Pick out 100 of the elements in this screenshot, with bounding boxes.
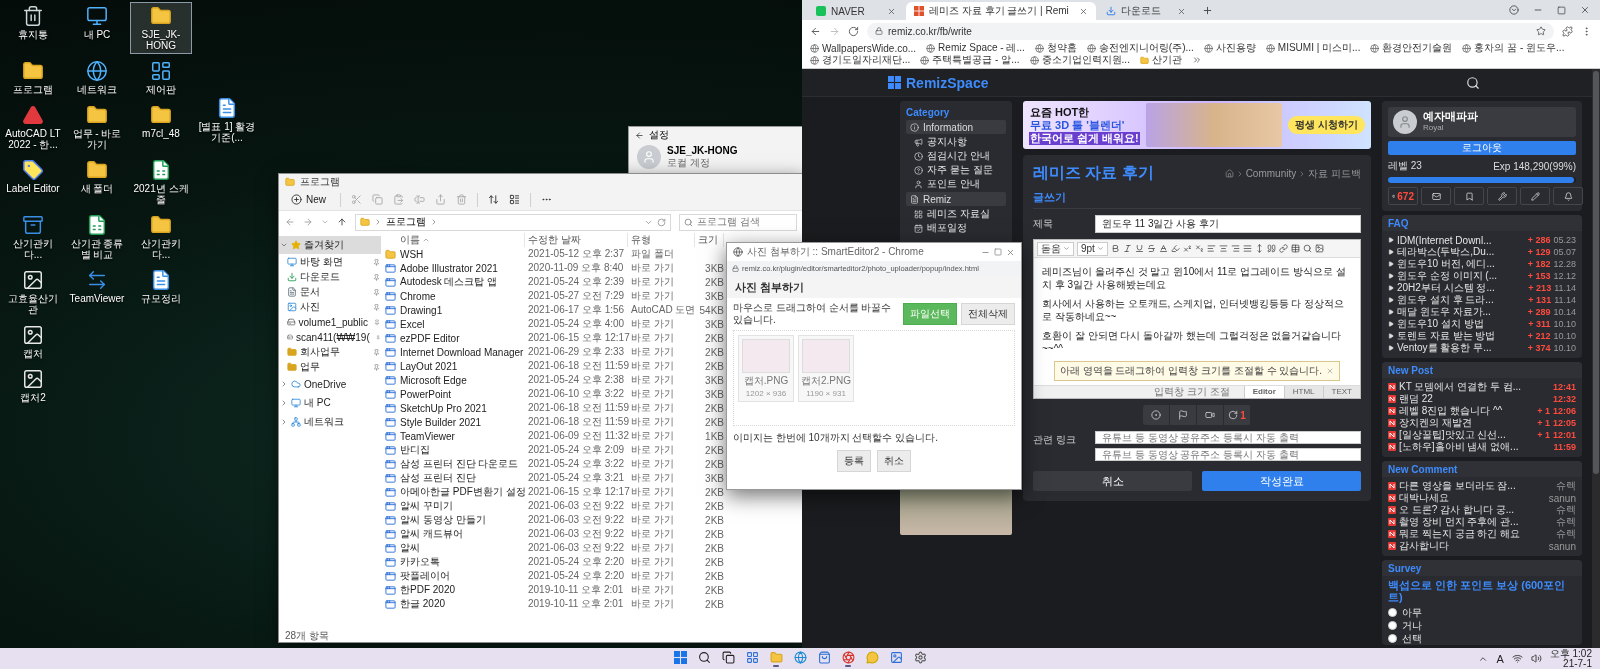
column-header[interactable]: 이름	[400, 233, 525, 247]
column-header[interactable]: 크기	[698, 233, 724, 247]
faq-link[interactable]: IDM(Internet Downl...	[1397, 234, 1525, 246]
faq-link[interactable]: 윈도우10 버전, 에디...	[1397, 257, 1525, 271]
dialog-button[interactable]: 등록	[837, 450, 871, 472]
bookmark[interactable]: MISUMI | 미스미...	[1265, 42, 1361, 54]
size-select[interactable]: 9pt	[1077, 241, 1108, 256]
faq-link[interactable]: 테라박스(두박스,Du...	[1397, 245, 1525, 259]
desktop-shortcut[interactable]: 새 폴더	[66, 156, 128, 208]
cancel-button[interactable]: 취소	[1033, 471, 1192, 491]
site-logo[interactable]: RemizSpace	[906, 74, 989, 91]
post-link[interactable]: KT 모뎀에서 연결한 두 컴...	[1399, 380, 1550, 394]
file-name[interactable]: PowerPoint	[400, 388, 525, 400]
nav-item[interactable]: 사진	[279, 300, 381, 314]
bookmark[interactable]: 주택특별공급 - 알...	[920, 54, 1020, 66]
sidebar-link[interactable]: 배포일정	[906, 222, 1006, 234]
bookmark[interactable]: 청약홈	[1034, 42, 1077, 54]
file-name[interactable]: 알씨 캐드뷰어	[400, 527, 525, 541]
file-name[interactable]: Drawing1	[400, 304, 525, 316]
desktop-shortcut[interactable]: 고효율산기관	[2, 266, 64, 318]
desktop-shortcut[interactable]: [별표 1] 활경기준(...	[196, 94, 258, 146]
font-select[interactable]: 돋움	[1037, 241, 1074, 256]
submit-button[interactable]: 작성완료	[1202, 471, 1361, 491]
post-link[interactable]: 랜덤 22	[1399, 392, 1550, 406]
bookmark[interactable]: WallpapersWide.co...	[810, 42, 917, 54]
editor-mode-tab[interactable]: HTML	[1283, 386, 1323, 398]
file-name[interactable]: Microsoft Edge	[400, 374, 525, 386]
file-name[interactable]: 반디집	[400, 443, 525, 457]
desktop-shortcut[interactable]: AutoCAD LT 2022 - 한...	[2, 101, 64, 153]
sidebar-link[interactable]: 자주 묻는 질문	[906, 164, 1006, 176]
file-name[interactable]: 알씨	[400, 541, 525, 555]
sidebar-link[interactable]: 포인트 안내	[906, 178, 1006, 190]
bookmark[interactable]: 경기도일자리재단...	[810, 54, 911, 66]
search-field[interactable]: 프로그램 검색	[679, 213, 797, 231]
faq-link[interactable]: 윈도우 순정 이미지 (...	[1397, 269, 1525, 283]
post-link[interactable]: [노하우]홀아비 냄새 없애...	[1399, 440, 1551, 454]
desktop-shortcut[interactable]: 캡처	[2, 321, 64, 362]
desktop-shortcut[interactable]: 산기관키다...	[2, 211, 64, 263]
comment-link[interactable]: 감사합니다	[1399, 539, 1546, 553]
file-name[interactable]: 카카오톡	[400, 555, 525, 569]
bookmark[interactable]: 송전엔지니어링(주)...	[1086, 42, 1194, 54]
comment-link[interactable]: 뭐로 찍는지 궁금 하긴 해요	[1399, 527, 1553, 541]
bookmark[interactable]: 중소기업인력지원...	[1029, 54, 1130, 66]
address-bar[interactable]: remiz.co.kr/fb/write	[867, 22, 1554, 40]
editor-mode-tab[interactable]: TEXT	[1322, 386, 1360, 398]
file-name[interactable]: 알씨 동영상 만들기	[400, 513, 525, 527]
post-link[interactable]: 장치켄의 재발견	[1399, 416, 1535, 430]
bookmark[interactable]: Remiz Space - 레...	[926, 42, 1025, 54]
browser-tab[interactable]: NAVER	[808, 2, 904, 20]
file-name[interactable]: Autodesk 데스크탑 앱	[400, 275, 525, 289]
desktop-shortcut[interactable]: 휴지통	[2, 2, 64, 54]
desktop-shortcut[interactable]: m7cl_48	[130, 101, 192, 153]
comment-link[interactable]: 촬영 장비 먼지 주후에 관...	[1399, 515, 1553, 529]
column-header[interactable]: 수정한 날짜	[528, 233, 628, 247]
clear-all-button[interactable]: 전체삭제	[961, 303, 1015, 325]
desktop-shortcut[interactable]: SJE_JK-HONG	[130, 2, 192, 54]
nav-item[interactable]: 회사업무	[279, 345, 381, 359]
file-name[interactable]: Chrome	[400, 290, 525, 302]
file-name[interactable]: 삼성 프린터 진단	[400, 471, 525, 485]
desktop-shortcut[interactable]: Label Editor	[2, 156, 64, 208]
nav-item[interactable]: 내 PC	[279, 394, 381, 412]
comment-link[interactable]: 다른 영상을 보더라도 잠...	[1399, 479, 1553, 493]
faq-link[interactable]: 20H2부터 시스템 정...	[1397, 281, 1526, 295]
desktop-shortcut[interactable]: 업무 - 바로 가기	[66, 101, 128, 153]
desktop-shortcut[interactable]: 네트워크	[66, 57, 128, 98]
file-name[interactable]: 삼성 프린터 진단 다운로드	[400, 457, 525, 471]
file-name[interactable]: Internet Download Manager	[400, 346, 525, 358]
nav-item[interactable]: 즐겨찾기	[279, 236, 381, 254]
nav-item[interactable]: 바탕 화면	[279, 255, 381, 269]
link-field[interactable]: 유튜브 등 동영상 공유주소 등록시 자동 출력	[1095, 448, 1361, 461]
desktop-shortcut[interactable]: 산기관키다...	[130, 211, 192, 263]
bookmark[interactable]: 환경안전기술원	[1370, 42, 1453, 54]
sidebar-link[interactable]: 레미즈 자료실	[906, 208, 1006, 220]
bookmark[interactable]: 홍차의 꿈 - 윈도우...	[1462, 42, 1565, 54]
faq-link[interactable]: 토렌트 자료 받는 방법	[1397, 329, 1525, 343]
bookmark[interactable]: 산기관	[1139, 54, 1182, 66]
faq-link[interactable]: 매달 윈도우 자료가...	[1397, 305, 1525, 319]
post-link[interactable]: 레벨 8진입 했습니다 ^^	[1399, 404, 1535, 418]
sidebar-link[interactable]: 점검시간 안내	[906, 150, 1006, 162]
bookmark[interactable]: 사진용량	[1203, 42, 1256, 54]
points-button[interactable]: 672	[1388, 187, 1418, 205]
nav-item[interactable]: scan411(₩₩19(	[279, 330, 381, 344]
address-bar[interactable]: 프로그램	[355, 213, 671, 231]
nav-item[interactable]: 업무	[279, 360, 381, 374]
file-name[interactable]: LayOut 2021	[400, 360, 525, 372]
nav-item[interactable]: 네트워크	[279, 413, 381, 431]
file-name[interactable]: Excel	[400, 318, 525, 330]
logout-button[interactable]: 로그아웃	[1388, 141, 1576, 155]
file-name[interactable]: Adobe Illustrator 2021	[400, 262, 525, 274]
file-name[interactable]: ezPDF Editor	[400, 332, 525, 344]
desktop-shortcut[interactable]: 제어판	[130, 57, 192, 98]
faq-link[interactable]: Ventoy를 활용한 무...	[1397, 341, 1525, 355]
desktop-shortcut[interactable]: 2021년 스케줄	[130, 156, 192, 208]
file-name[interactable]: TeamViewer	[400, 430, 525, 442]
clock[interactable]: 오후 1:02 21-7-1	[1549, 648, 1592, 669]
resize-handle[interactable]: 입력창 크기 조절	[1154, 385, 1230, 399]
link-field[interactable]: 유튜브 등 동영상 공유주소 등록시 자동 출력	[1095, 431, 1361, 444]
file-name[interactable]: 한PDF 2020	[400, 583, 525, 597]
breadcrumb-link[interactable]: Community	[1245, 168, 1297, 179]
file-name[interactable]: 아메아한글 PDF변환기 설정	[400, 485, 525, 499]
